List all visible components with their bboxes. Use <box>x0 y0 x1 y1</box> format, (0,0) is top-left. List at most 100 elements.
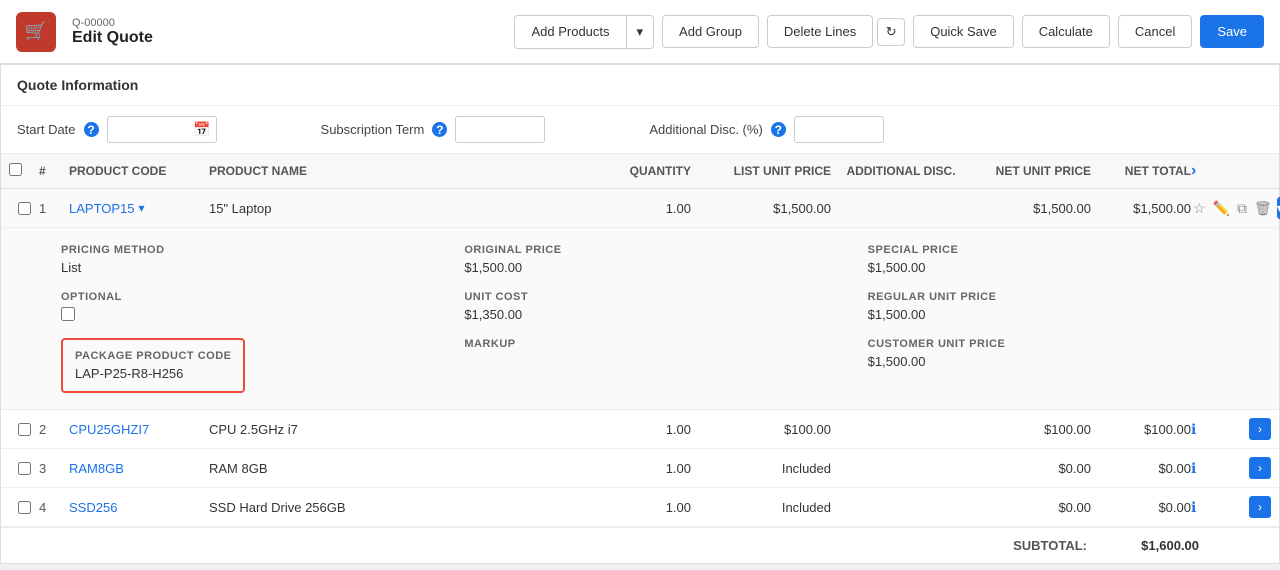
subscription-term-input[interactable] <box>455 116 545 143</box>
subscription-term-help-icon[interactable]: ? <box>432 122 447 137</box>
cancel-button[interactable]: Cancel <box>1118 15 1192 48</box>
header-checkbox-cell <box>9 163 39 179</box>
optional-checkbox[interactable] <box>61 307 75 321</box>
row1-checkbox[interactable] <box>18 202 31 215</box>
calendar-icon[interactable]: 📅 <box>193 121 210 138</box>
page-title: Edit Quote <box>72 29 153 47</box>
subtotal-label: SUBTOTAL: <box>1013 538 1087 553</box>
package-product-code-box: PACKAGE PRODUCT CODE LAP-P25-R8-H256 <box>61 338 245 393</box>
toolbar: Add Products ▾ Add Group Delete Lines ↻ … <box>514 15 1264 49</box>
customer-unit-price-label: CUSTOMER UNIT PRICE <box>868 338 1239 350</box>
additional-disc-input[interactable] <box>794 116 884 143</box>
row1-product-code-text: LAPTOP15 <box>69 201 135 216</box>
delete-lines-button[interactable]: Delete Lines <box>767 15 873 48</box>
row1-product-name: 15" Laptop <box>209 201 591 216</box>
row1-expand-chevron[interactable]: ▾ <box>139 201 145 215</box>
row2-net-total: $100.00 <box>1091 422 1191 437</box>
add-products-button[interactable]: Add Products <box>514 15 625 49</box>
scroll-right-icon[interactable]: › <box>1191 162 1196 179</box>
optional-group: OPTIONAL <box>61 291 432 322</box>
regular-unit-price-group: REGULAR UNIT PRICE $1,500.00 <box>868 291 1239 322</box>
package-product-code-value: LAP-P25-R8-H256 <box>75 366 231 381</box>
row1-copy-icon[interactable]: ⧉ <box>1235 198 1249 219</box>
row1-net-total: $1,500.00 <box>1091 201 1191 216</box>
additional-disc-help-icon[interactable]: ? <box>771 122 786 137</box>
package-product-code-label: PACKAGE PRODUCT CODE <box>75 350 231 362</box>
row4-actions: ℹ › <box>1191 496 1271 518</box>
header-net-total: NET TOTAL <box>1091 164 1191 178</box>
row4-product-name: SSD Hard Drive 256GB <box>209 500 591 515</box>
markup-group: MARKUP <box>464 338 835 393</box>
row4-expand-button[interactable]: › <box>1249 496 1271 518</box>
start-date-help-icon[interactable]: ? <box>84 122 99 137</box>
customer-unit-price-group: CUSTOMER UNIT PRICE $1,500.00 <box>868 338 1239 393</box>
main-content: Quote Information Start Date ? 📅 Subscri… <box>0 64 1280 564</box>
pricing-method-label: PRICING METHOD <box>61 244 432 256</box>
row1-checkbox-cell <box>9 202 39 215</box>
row4-net-unit-price: $0.00 <box>971 500 1091 515</box>
row1-actions: ☆ ✏️ ⧉ 🗑 ▾ <box>1191 197 1271 219</box>
row3-list-unit-price: Included <box>691 461 831 476</box>
subtotal-value: $1,600.00 <box>1119 538 1199 553</box>
row1-edit-icon[interactable]: ✏️ <box>1211 198 1232 219</box>
row3-checkbox[interactable] <box>18 462 31 475</box>
start-date-group: Start Date ? 📅 <box>17 116 217 143</box>
row3-expand-button[interactable]: › <box>1249 457 1271 479</box>
regular-unit-price-value: $1,500.00 <box>868 307 1239 322</box>
row4-product-code-text: SSD256 <box>69 500 117 515</box>
pricing-method-group: PRICING METHOD List <box>61 244 432 275</box>
table-row: 2 CPU25GHZI7 CPU 2.5GHz i7 1.00 $100.00 … <box>1 410 1279 449</box>
pricing-method-value: List <box>61 260 432 275</box>
row2-actions: ℹ › <box>1191 418 1271 440</box>
regular-unit-price-label: REGULAR UNIT PRICE <box>868 291 1239 303</box>
row2-expand-button[interactable]: › <box>1249 418 1271 440</box>
table-header: # PRODUCT CODE PRODUCT NAME QUANTITY LIS… <box>1 154 1279 189</box>
add-products-dropdown-button[interactable]: ▾ <box>626 15 655 49</box>
quote-info-form: Start Date ? 📅 Subscription Term ? Addit… <box>1 106 1279 154</box>
additional-disc-group: Additional Disc. (%) ? <box>649 116 883 143</box>
row4-checkbox[interactable] <box>18 501 31 514</box>
app-header: 🛒 Q-00000 Edit Quote Add Products ▾ Add … <box>0 0 1280 64</box>
row3-product-code-text: RAM8GB <box>69 461 124 476</box>
original-price-value: $1,500.00 <box>464 260 835 275</box>
start-date-label: Start Date <box>17 122 76 137</box>
original-price-group: ORIGINAL PRICE $1,500.00 <box>464 244 835 275</box>
row3-info-icon[interactable]: ℹ <box>1191 460 1196 477</box>
subscription-term-group: Subscription Term ? <box>321 116 546 143</box>
optional-label: OPTIONAL <box>61 291 432 303</box>
special-price-value: $1,500.00 <box>868 260 1239 275</box>
subscription-term-label: Subscription Term <box>321 122 425 137</box>
quote-number: Q-00000 <box>72 17 153 29</box>
select-all-checkbox[interactable] <box>9 163 22 176</box>
customer-unit-price-value: $1,500.00 <box>868 354 1239 369</box>
row2-quantity: 1.00 <box>591 422 691 437</box>
table-row: 3 RAM8GB RAM 8GB 1.00 Included $0.00 $0.… <box>1 449 1279 488</box>
save-button[interactable]: Save <box>1200 15 1264 48</box>
row2-num: 2 <box>39 422 69 437</box>
row1-num: 1 <box>39 201 69 216</box>
header-additional-disc: ADDITIONAL DISC. <box>831 164 971 178</box>
add-products-split-button: Add Products ▾ <box>514 15 654 49</box>
row1-product-code: LAPTOP15 ▾ <box>69 201 209 216</box>
row4-net-total: $0.00 <box>1091 500 1191 515</box>
header-actions: › <box>1191 162 1271 180</box>
header-list-unit-price: LIST UNIT PRICE <box>691 164 831 178</box>
row4-info-icon[interactable]: ℹ <box>1191 499 1196 516</box>
row1-star-icon[interactable]: ☆ <box>1191 198 1208 219</box>
row1-delete-icon[interactable]: 🗑 <box>1252 198 1274 219</box>
add-group-button[interactable]: Add Group <box>662 15 759 48</box>
original-price-label: ORIGINAL PRICE <box>464 244 835 256</box>
refresh-icon[interactable]: ↻ <box>877 18 905 46</box>
app-logo-icon: 🛒 <box>16 12 56 52</box>
quick-save-button[interactable]: Quick Save <box>913 15 1013 48</box>
row4-quantity: 1.00 <box>591 500 691 515</box>
row3-net-total: $0.00 <box>1091 461 1191 476</box>
row1-quantity: 1.00 <box>591 201 691 216</box>
row2-info-icon[interactable]: ℹ <box>1191 421 1196 438</box>
row4-num: 4 <box>39 500 69 515</box>
row2-checkbox[interactable] <box>18 423 31 436</box>
calculate-button[interactable]: Calculate <box>1022 15 1110 48</box>
quote-info-section-title: Quote Information <box>1 65 1279 106</box>
row4-product-code: SSD256 <box>69 500 209 515</box>
row2-net-unit-price: $100.00 <box>971 422 1091 437</box>
